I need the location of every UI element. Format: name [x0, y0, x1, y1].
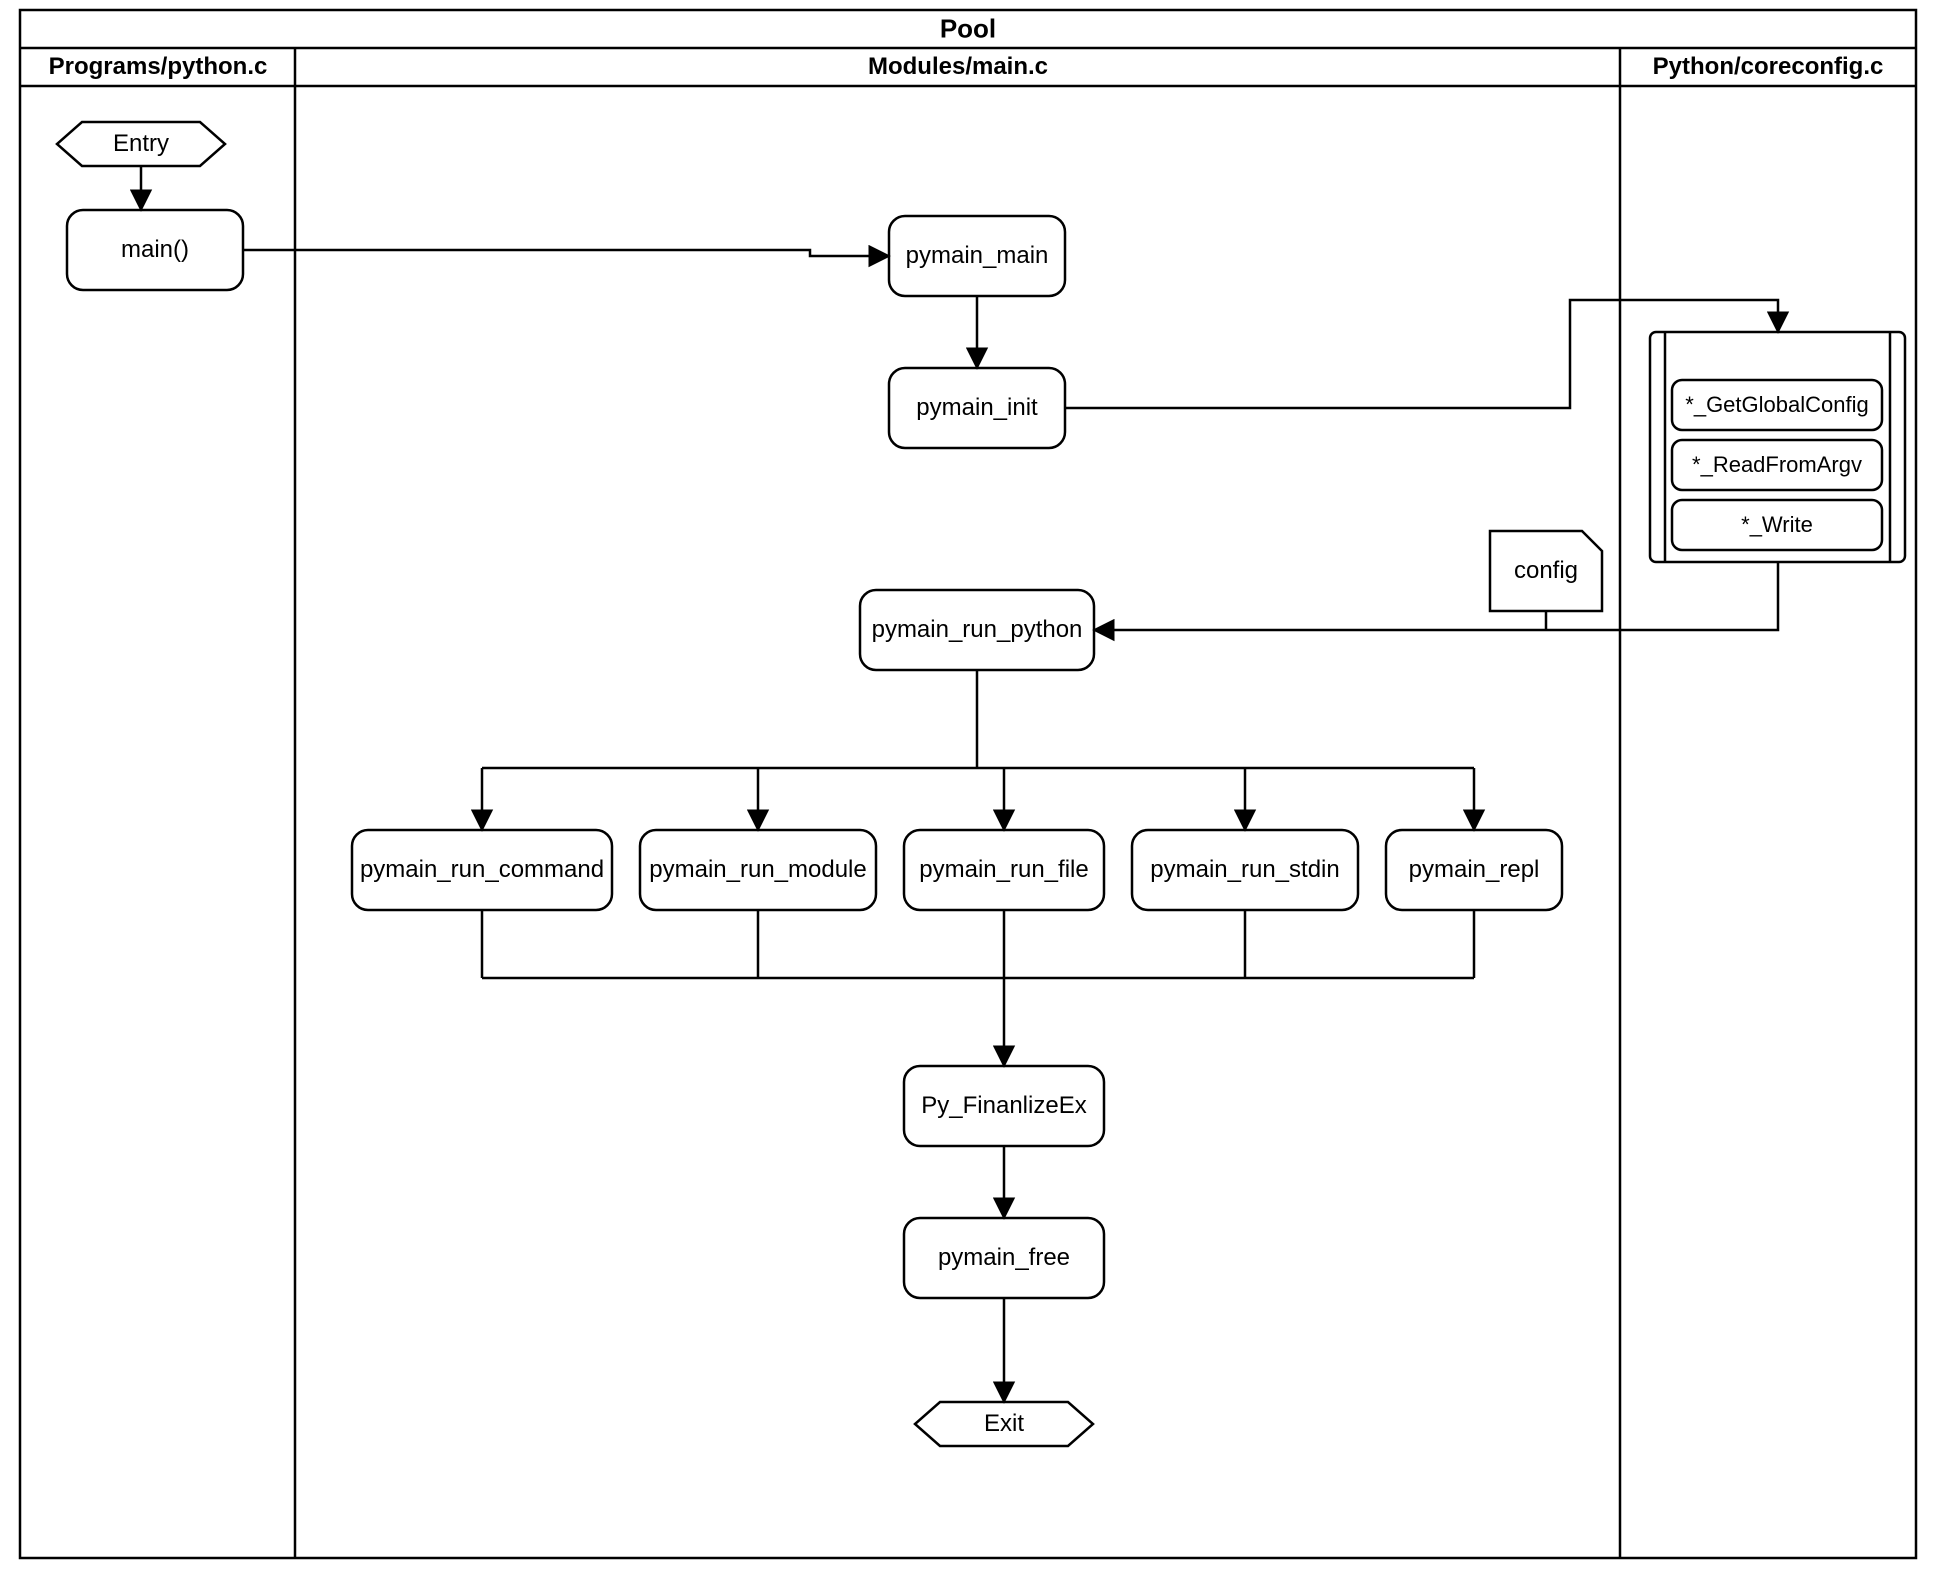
lane-header-right: Python/coreconfig.c	[1653, 53, 1884, 81]
node-readfromargv: *_ReadFromArgv	[1692, 452, 1862, 478]
node-pymain-main: pymain_main	[906, 242, 1049, 270]
node-write: *_Write	[1741, 512, 1813, 538]
diagram-svg	[0, 0, 1936, 1578]
node-finalize: Py_FinanlizeEx	[921, 1092, 1086, 1120]
flowchart: Pool Programs/python.c Modules/main.c Py…	[0, 0, 1936, 1578]
lane-header-left: Programs/python.c	[49, 53, 268, 81]
node-getglobalconfig: *_GetGlobalConfig	[1685, 392, 1868, 418]
node-run-command: pymain_run_command	[360, 856, 604, 884]
node-run-module: pymain_run_module	[649, 856, 866, 884]
node-config: config	[1514, 557, 1578, 585]
node-pymain-free: pymain_free	[938, 1244, 1070, 1272]
node-run-stdin: pymain_run_stdin	[1150, 856, 1339, 884]
lane-header-mid: Modules/main.c	[868, 53, 1048, 81]
node-run-file: pymain_run_file	[919, 856, 1088, 884]
node-repl: pymain_repl	[1409, 856, 1540, 884]
node-pymain-run-python: pymain_run_python	[872, 616, 1083, 644]
node-main: main()	[121, 236, 189, 264]
pool-title: Pool	[940, 14, 996, 45]
node-entry: Entry	[113, 130, 169, 158]
node-pymain-init: pymain_init	[916, 394, 1037, 422]
node-exit: Exit	[984, 1410, 1024, 1438]
